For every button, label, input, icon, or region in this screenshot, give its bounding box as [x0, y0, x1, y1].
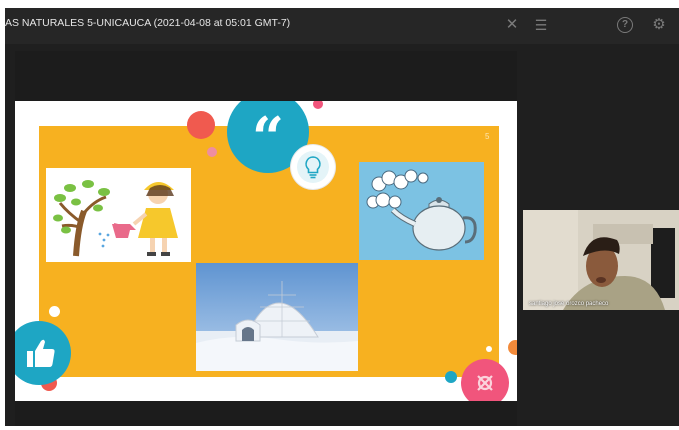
- igloo-photo: [196, 263, 358, 371]
- slide-page-number: 5: [485, 132, 490, 141]
- gear-icon[interactable]: ⚙: [650, 16, 668, 34]
- lightbulb-icon: [291, 145, 335, 189]
- screen: AS NATURALES 5-UNICAUCA (2021-04-08 at 0…: [0, 0, 679, 430]
- white-dot-decoration: [486, 346, 492, 352]
- thumbs-up-icon: [15, 321, 71, 385]
- pink-badge-decoration: [461, 359, 509, 401]
- coral-circle-decoration: [187, 111, 215, 139]
- small-pink-dot-decoration: [313, 101, 323, 109]
- meeting-recording-window: AS NATURALES 5-UNICAUCA (2021-04-08 at 0…: [5, 8, 679, 426]
- participant-name: santiago jose orozco pacheco: [529, 301, 609, 307]
- presentation-slide: 5 “: [15, 101, 517, 401]
- small-teal-dot-decoration: [445, 371, 457, 383]
- list-icon[interactable]: ☰: [532, 16, 550, 34]
- close-icon[interactable]: ✕: [503, 16, 521, 34]
- participant-video-feed: [523, 210, 679, 310]
- help-icon[interactable]: ?: [617, 17, 633, 33]
- white-dot-decoration: [49, 306, 60, 317]
- steaming-kettle-illustration: [359, 162, 484, 260]
- title-bar: AS NATURALES 5-UNICAUCA (2021-04-08 at 0…: [5, 8, 679, 44]
- presentation-stage: 5 “: [15, 51, 517, 426]
- participant-video-tile[interactable]: santiago jose orozco pacheco: [523, 210, 679, 310]
- orange-circle-decoration: [508, 340, 517, 355]
- watering-tree-illustration: [46, 168, 191, 262]
- window-title: AS NATURALES 5-UNICAUCA (2021-04-08 at 0…: [5, 17, 291, 29]
- small-rose-dot-decoration: [207, 147, 217, 157]
